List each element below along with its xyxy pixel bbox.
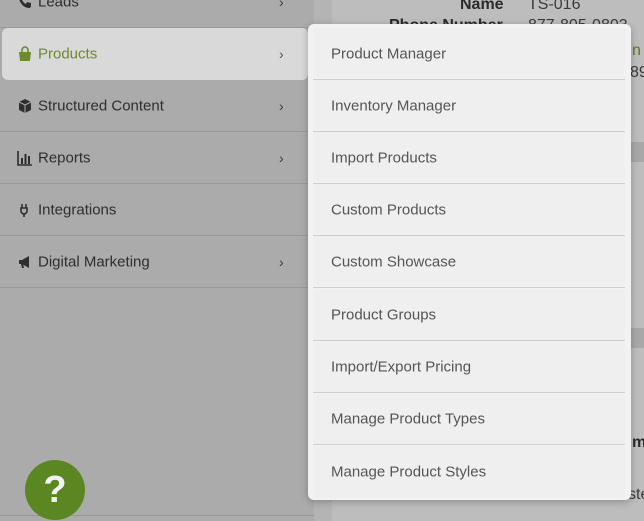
shopping-bag-icon	[19, 46, 31, 61]
chevron-right-icon: ›	[279, 46, 284, 62]
menu-item-label: Product Manager	[331, 45, 447, 62]
partial-value: 89-	[630, 64, 644, 81]
menu-item-label: Manage Product Types	[331, 410, 485, 427]
chevron-right-icon: ›	[279, 97, 284, 114]
menu-item-custom-showcase[interactable]: Custom Showcase	[313, 236, 625, 288]
sidebar-item-label: Reports	[38, 149, 91, 166]
sidebar-item-reports[interactable]: Reports ›	[0, 132, 314, 184]
menu-item-product-manager[interactable]: Product Manager	[313, 28, 625, 80]
menu-item-manage-product-types[interactable]: Manage Product Types	[313, 393, 625, 445]
partial-header: ma	[632, 434, 644, 451]
menu-item-label: Manage Product Styles	[331, 463, 487, 481]
menu-item-label: Custom Showcase	[331, 253, 457, 270]
menu-item-import-export-pricing[interactable]: Import/Export Pricing	[313, 341, 625, 393]
phone-icon	[19, 0, 31, 8]
products-submenu: Product Manager Inventory Manager Import…	[308, 24, 631, 500]
name-value: TS-016	[528, 0, 581, 13]
partial-green-text: n	[632, 42, 641, 59]
sidebar-item-integrations[interactable]: Integrations	[0, 184, 314, 236]
sidebar-item-digital-marketing[interactable]: Digital Marketing ›	[0, 236, 314, 288]
menu-item-label: Product Groups	[331, 306, 437, 323]
menu-item-label: Inventory Manager	[331, 97, 457, 114]
sidebar-item-structured-content[interactable]: Structured Content ›	[0, 80, 314, 132]
bar-chart-icon	[17, 150, 32, 166]
menu-item-label: Import Products	[331, 149, 437, 166]
megaphone-icon	[19, 255, 29, 268]
plug-icon	[20, 203, 28, 217]
sidebar-item-products[interactable]: Products ›	[2, 28, 308, 80]
chevron-right-icon: ›	[279, 0, 284, 10]
menu-item-custom-products[interactable]: Custom Products	[313, 184, 625, 236]
chevron-right-icon: ›	[279, 149, 284, 166]
sidebar-item-label: Digital Marketing	[38, 253, 150, 270]
sidebar-item-label: Products	[38, 45, 98, 63]
sidebar: Leads › Products › Structured Content › …	[0, 0, 314, 521]
menu-item-label: Import/Export Pricing	[331, 358, 472, 375]
sidebar-item-label: Leads	[38, 0, 79, 10]
menu-item-label: Custom Products	[331, 201, 447, 218]
cube-icon	[18, 98, 32, 113]
help-button[interactable]: ?	[25, 460, 85, 520]
menu-item-inventory-manager[interactable]: Inventory Manager	[313, 80, 625, 132]
chevron-right-icon: ›	[279, 253, 284, 270]
name-label: Name	[460, 0, 504, 13]
sidebar-item-label: Integrations	[38, 201, 117, 218]
sidebar-item-leads[interactable]: Leads ›	[0, 0, 314, 28]
menu-item-import-products[interactable]: Import Products	[313, 132, 625, 184]
menu-item-product-groups[interactable]: Product Groups	[313, 289, 625, 341]
sidebar-item-label: Structured Content	[38, 97, 164, 114]
menu-item-manage-product-styles[interactable]: Manage Product Styles	[313, 446, 625, 498]
